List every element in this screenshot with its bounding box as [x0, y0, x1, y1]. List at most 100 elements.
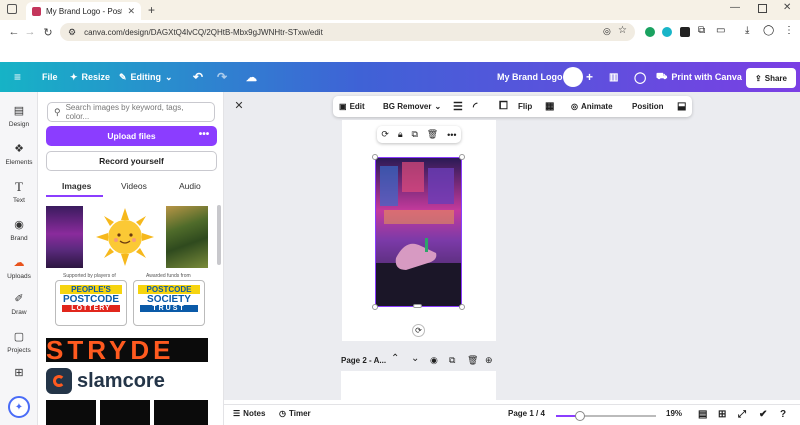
zoom-slider-thumb[interactable] — [575, 411, 585, 421]
resize-handle-tl[interactable] — [372, 154, 378, 160]
upload-thumb-black-1[interactable] — [46, 400, 96, 425]
rail-item-projects[interactable]: ▢ Projects — [0, 330, 38, 354]
panel-scrollbar[interactable] — [217, 205, 221, 265]
site-info-icon[interactable]: ⚙ — [68, 27, 76, 38]
insights-icon[interactable]: ▥ — [609, 68, 618, 86]
postcode-society-trust-logo[interactable]: POSTCODE SOCIETY TRUST — [133, 280, 205, 326]
address-bar[interactable]: ⚙ canva.com/design/DAGXtQ4lvCQ/2QHtB-Mbx… — [60, 23, 635, 41]
browser-menu-icon[interactable]: ⋮ — [784, 25, 794, 36]
page-view-icon[interactable]: ▤ — [698, 409, 707, 420]
page-indicator[interactable]: Page 1 / 4 — [508, 409, 545, 418]
file-menu[interactable]: File — [42, 68, 58, 86]
grid-view-icon[interactable]: ⊞ — [718, 409, 726, 420]
comments-icon[interactable]: ◯ — [634, 68, 646, 86]
tab-videos[interactable]: Videos — [121, 181, 147, 191]
timer-button[interactable]: ◷ Timer — [279, 409, 311, 418]
redo-icon[interactable]: ↷ — [217, 68, 227, 86]
upload-more-icon[interactable]: ••• — [197, 129, 211, 140]
design-title[interactable]: My Brand Logo — [497, 68, 563, 86]
rail-item-text[interactable]: T Text — [0, 180, 38, 205]
sidepanel-icon[interactable]: ▭ — [716, 25, 725, 36]
rail-item-elements[interactable]: ❖ Elements — [0, 142, 38, 166]
upload-thumb-sun[interactable] — [94, 206, 156, 268]
zoom-level[interactable]: 19% — [666, 409, 682, 418]
upload-thumb-black-3[interactable] — [154, 400, 208, 425]
rail-item-design[interactable]: ▤ Design — [0, 104, 38, 128]
cloud-saved-icon[interactable]: ☁ — [246, 68, 257, 86]
peoples-postcode-lottery-logo[interactable]: PEOPLE'S POSTCODE LOTTERY — [55, 280, 127, 326]
upload-thumb-photo[interactable] — [46, 206, 83, 268]
rail-item-uploads[interactable]: ☁ Uploads — [0, 256, 38, 280]
main-menu-icon[interactable]: ≡ — [14, 68, 21, 86]
page2-add-icon[interactable]: ⊕ — [485, 355, 493, 366]
rail-item-apps[interactable]: ⊞ — [0, 366, 38, 383]
selected-photo[interactable] — [375, 157, 462, 307]
forward-icon[interactable]: → — [22, 24, 38, 40]
delete-icon[interactable]: 🗑︎ — [427, 129, 438, 140]
extension-dark-icon[interactable] — [680, 27, 690, 37]
zoom-slider[interactable] — [556, 411, 656, 421]
bookmark-star-icon[interactable]: ☆ — [618, 25, 627, 36]
new-tab-icon[interactable]: + — [148, 3, 155, 17]
resize-button[interactable]: ✦ Resize — [70, 68, 110, 86]
magic-assistant-icon[interactable]: ✦ — [8, 396, 30, 418]
back-icon[interactable]: ← — [6, 24, 22, 40]
tab-audio[interactable]: Audio — [179, 181, 201, 191]
maximize-icon[interactable] — [758, 4, 767, 13]
share-button[interactable]: ⇪ Share — [746, 68, 796, 88]
rotate-refresh-icon[interactable]: ⟳ — [381, 129, 389, 140]
page2-delete-icon[interactable]: 🗑︎ — [467, 355, 478, 366]
duplicate-icon[interactable]: ⧉ — [411, 129, 417, 140]
position-button[interactable]: Position — [632, 96, 664, 117]
edit-button[interactable]: ▣ Edit — [339, 96, 365, 117]
upload-thumb-black-2[interactable] — [100, 400, 150, 425]
tab-search-icon[interactable] — [7, 4, 17, 14]
download-icon[interactable]: ⤓ — [745, 25, 749, 36]
border-style-icon[interactable]: ☰ — [453, 96, 463, 117]
record-yourself-button[interactable]: Record yourself — [46, 151, 217, 171]
print-with-canva-button[interactable]: ⛟ Print with Canva — [656, 68, 742, 86]
check-icon[interactable]: ✔ — [759, 409, 767, 420]
reload-icon[interactable]: ↻ — [40, 24, 56, 40]
extension-teal-icon[interactable] — [662, 27, 672, 37]
browser-tab[interactable]: My Brand Logo - Poster - Canva ✕ — [26, 2, 141, 20]
page2-duplicate-icon[interactable]: ⧉ — [449, 355, 455, 366]
slamcore-logo[interactable]: slamcore — [46, 366, 208, 396]
editing-mode-button[interactable]: ✎ Editing ⌄ — [119, 68, 173, 86]
lock-icon[interactable]: 🔒︎ — [398, 129, 403, 140]
crop-icon[interactable]: ⧠ — [499, 96, 508, 117]
stryde-logo[interactable]: STRYDE — [46, 338, 208, 362]
page2-down-icon[interactable]: ⌄ — [411, 353, 419, 364]
close-window-icon[interactable]: ✕ — [783, 2, 791, 13]
add-collaborator-icon[interactable]: + — [586, 68, 593, 86]
help-icon[interactable]: ? — [780, 409, 786, 420]
rotate-handle-icon[interactable]: ⟳ — [412, 324, 425, 337]
search-input[interactable]: ⚲ Search images by keyword, tags, color.… — [47, 102, 215, 122]
transparency-icon[interactable]: ▦ — [545, 96, 554, 117]
design-page-2[interactable] — [341, 371, 496, 404]
page2-hide-icon[interactable]: ◉ — [430, 355, 438, 366]
profile-icon[interactable]: ◯ — [763, 25, 774, 36]
resize-handle-br[interactable] — [459, 304, 465, 310]
minimize-icon[interactable]: — — [730, 2, 740, 13]
resize-handle-tr[interactable] — [459, 154, 465, 160]
extension-green-icon[interactable] — [645, 27, 655, 37]
rail-item-brand[interactable]: ◉ Brand — [0, 218, 38, 242]
notes-button[interactable]: ☰ Notes — [233, 409, 265, 418]
page2-up-icon[interactable]: ⌃ — [391, 353, 399, 364]
paint-format-icon[interactable]: ⬓ — [677, 96, 686, 117]
extensions-puzzle-icon[interactable]: ⧉ — [698, 25, 705, 36]
fullscreen-icon[interactable]: ⤢ — [738, 409, 746, 420]
bg-remover-button[interactable]: BG Remover ⌄ — [383, 96, 441, 117]
tab-images[interactable]: Images — [62, 181, 91, 191]
upload-thumb-forest[interactable] — [166, 206, 208, 268]
resize-handle-bl[interactable] — [372, 304, 378, 310]
undo-icon[interactable]: ↶ — [193, 68, 203, 86]
page2-label[interactable]: Page 2 - A... — [341, 356, 386, 365]
close-tab-icon[interactable]: ✕ — [127, 6, 135, 17]
avatar[interactable] — [563, 67, 583, 87]
animate-button[interactable]: ◎ Animate — [571, 96, 613, 117]
rail-item-draw[interactable]: ✐ Draw — [0, 292, 38, 316]
flip-button[interactable]: Flip — [518, 96, 532, 117]
close-panel-icon[interactable]: ✕ — [232, 98, 246, 112]
